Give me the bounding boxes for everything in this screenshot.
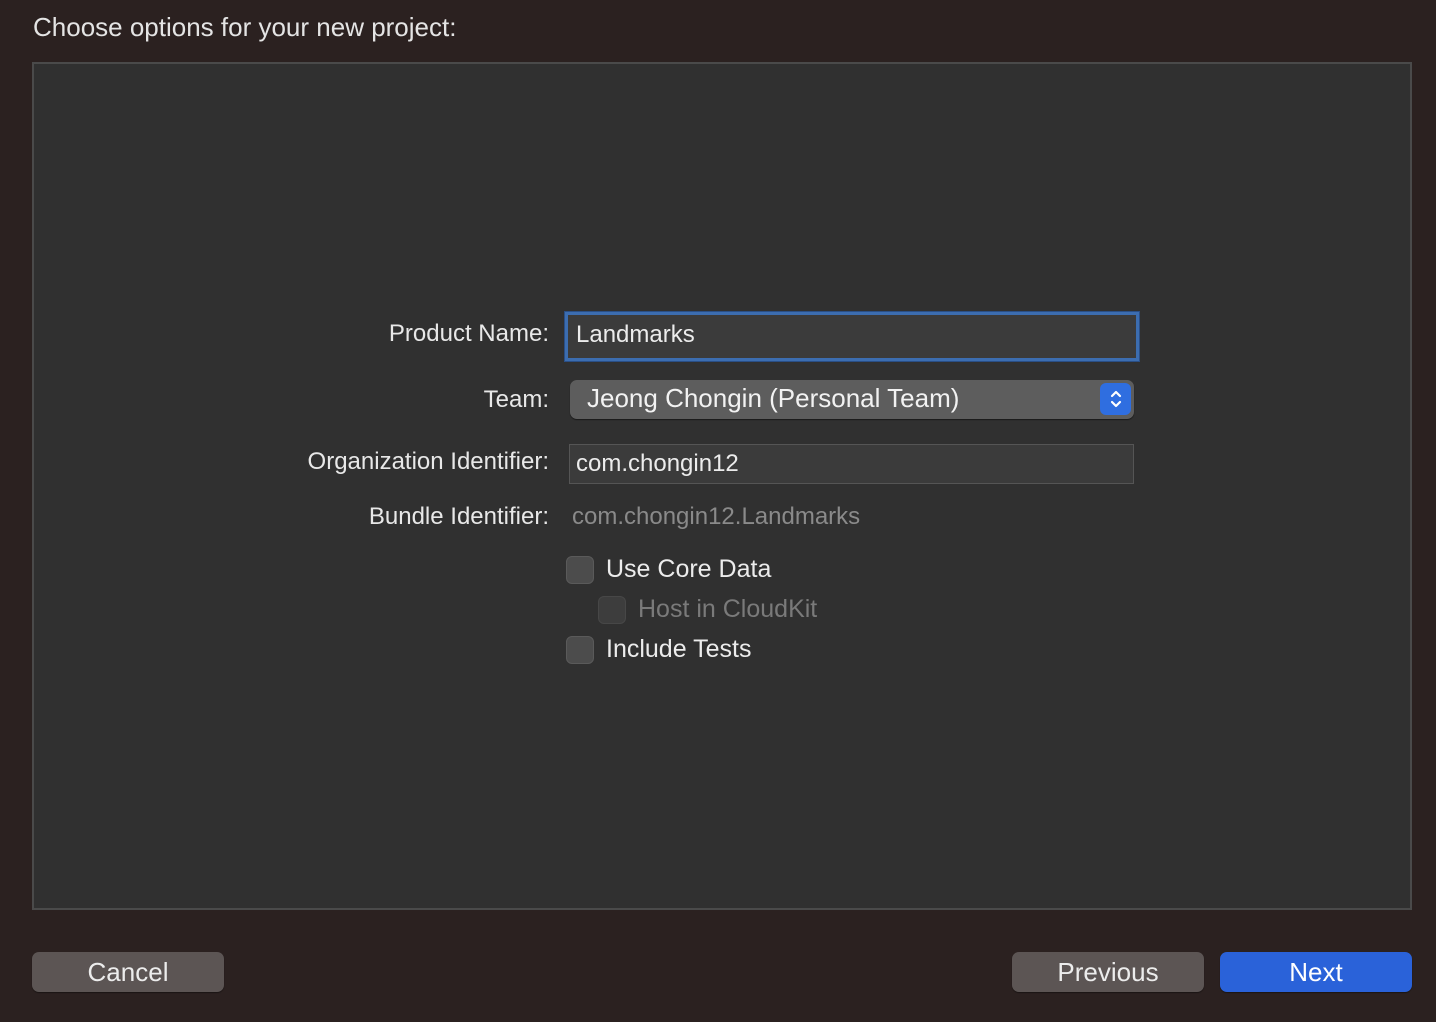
cancel-button[interactable]: Cancel [32,952,224,992]
options-panel [32,62,1412,910]
next-button[interactable]: Next [1220,952,1412,992]
organization-identifier-field[interactable]: com.chongin12 [569,444,1134,484]
chevron-up-down-icon [1100,383,1131,415]
previous-button[interactable]: Previous [1012,952,1204,992]
team-popup-button[interactable]: Jeong Chongin (Personal Team) [570,380,1134,419]
team-selected-value: Jeong Chongin (Personal Team) [587,383,960,413]
host-in-cloudkit-checkbox [598,595,626,624]
bundle-identifier-value: com.chongin12.Landmarks [572,503,861,530]
use-core-data-option[interactable]: Use Core Data [566,555,771,584]
include-tests-label: Include Tests [606,635,752,663]
host-in-cloudkit-option: Host in CloudKit [598,595,817,624]
use-core-data-checkbox[interactable] [566,555,594,584]
product-name-label: Product Name: [388,320,549,347]
include-tests-option[interactable]: Include Tests [566,635,751,664]
include-tests-checkbox[interactable] [566,635,594,664]
use-core-data-label: Use Core Data [606,555,772,583]
host-in-cloudkit-label: Host in CloudKit [638,595,818,623]
team-label: Team: [483,386,549,413]
organization-identifier-label: Organization Identifier: [307,448,549,475]
bundle-identifier-label: Bundle Identifier: [368,503,549,530]
page-title: Choose options for your new project: [33,12,457,42]
product-name-field[interactable]: Landmarks [565,312,1139,361]
